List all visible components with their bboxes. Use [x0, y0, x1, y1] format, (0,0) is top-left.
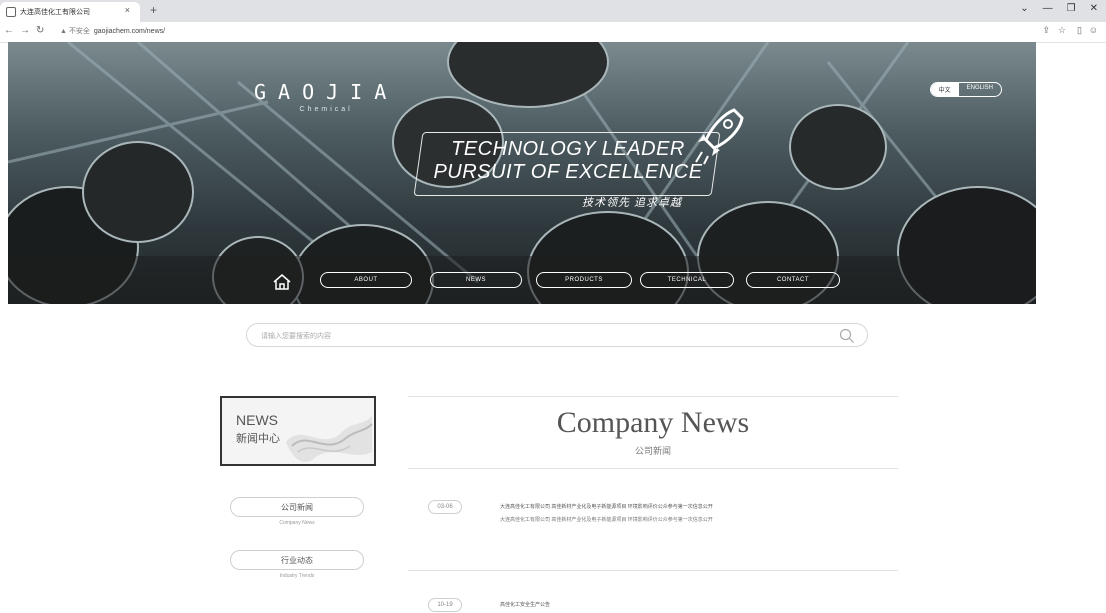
sidebar-item-industry-trends[interactable]: 行业动态: [230, 550, 364, 570]
news-box-title-en: NEWS: [236, 412, 278, 428]
address-bar: ← → ↻ ▲ 不安全 gaojiachem.com/news/ ⇪ ☆ ▯ ☺: [0, 22, 1106, 43]
url-warning[interactable]: ▲ 不安全: [60, 26, 90, 36]
sidebar-item-company-news[interactable]: 公司新闻: [230, 497, 364, 517]
profile-icon[interactable]: ☺: [1089, 25, 1098, 35]
divider: [408, 468, 898, 469]
sidebar-icon[interactable]: ▯: [1077, 25, 1082, 36]
hero-banner: GAOJIA Chemical 中文 ENGLISH TECHNOLOGY LE…: [8, 42, 1036, 304]
news-date: 03-06: [428, 500, 462, 514]
sidebar-item-industry-trends-sub: Industry Trends: [279, 573, 315, 579]
tab-title: 大连高佳化工有限公司: [20, 9, 90, 16]
slogan-chinese: 技术领先 追求卓越: [582, 197, 683, 209]
share-icon[interactable]: ⇪: [1042, 25, 1050, 36]
new-tab-icon[interactable]: +: [150, 3, 157, 17]
bookmark-star-icon[interactable]: ☆: [1058, 25, 1066, 36]
browser-tab-bar: 大连高佳化工有限公司 × + ⌄ — ❐ ✕: [0, 0, 1106, 22]
news-date: 10-19: [428, 598, 462, 612]
rocket-icon: [695, 108, 744, 165]
tab-close-icon[interactable]: ×: [125, 5, 130, 15]
brand-name: GAOJIA: [254, 80, 399, 104]
divider: [408, 396, 898, 397]
close-window-icon[interactable]: ✕: [1090, 3, 1098, 14]
window-controls: ⌄ — ❐ ✕: [1020, 3, 1098, 14]
nav-products[interactable]: PRODUCTS: [536, 272, 632, 288]
slogan: TECHNOLOGY LEADER PURSUIT OF EXCELLENCE: [428, 138, 708, 184]
lang-chinese[interactable]: 中文: [930, 83, 959, 96]
news-center-box: NEWS 新闻中心: [220, 396, 376, 466]
lang-english[interactable]: ENGLISH: [959, 83, 1001, 96]
page-subtitle: 公司新闻: [634, 446, 671, 456]
home-icon[interactable]: [273, 274, 291, 290]
nav-contact[interactable]: CONTACT: [746, 272, 840, 288]
url-text[interactable]: gaojiachem.com/news/: [94, 28, 165, 35]
search-placeholder: 请输入您要搜索的内容: [261, 333, 331, 340]
search-icon[interactable]: [839, 328, 855, 344]
divider: [408, 570, 898, 571]
tab-search-icon[interactable]: ⌄: [1020, 3, 1028, 14]
sidebar-item-company-news-sub: Company News: [279, 520, 315, 526]
news-box-title-cn: 新闻中心: [236, 433, 280, 445]
fabric-decoration-image: [286, 416, 373, 462]
search-input[interactable]: 请输入您要搜索的内容: [246, 323, 868, 347]
browser-tab[interactable]: 大连高佳化工有限公司 ×: [0, 2, 140, 22]
back-icon[interactable]: ←: [4, 25, 14, 36]
news-title-link[interactable]: 高佳化工安全生产公告: [500, 601, 550, 608]
nav-technical[interactable]: TECHNICAL: [640, 272, 734, 288]
reload-icon[interactable]: ↻: [36, 25, 44, 36]
nav-band: [8, 256, 1036, 304]
url-field[interactable]: ▲ 不安全 gaojiachem.com/news/: [60, 26, 165, 36]
restore-icon[interactable]: ❐: [1067, 3, 1076, 14]
forward-icon[interactable]: →: [20, 25, 30, 36]
nav-news[interactable]: NEWS: [430, 272, 522, 288]
brand-logo[interactable]: GAOJIA Chemical: [254, 80, 398, 113]
slogan-line-1: TECHNOLOGY LEADER: [451, 138, 685, 160]
slogan-line-2: PURSUIT OF EXCELLENCE: [433, 161, 703, 183]
news-summary: 大连高佳化工有限公司 高佳新材产业化及电子新能源项目 环境影响评价公众参与第一次…: [500, 517, 713, 523]
favicon-icon: [6, 7, 16, 17]
page-title: Company News: [556, 406, 750, 439]
brand-subtitle: Chemical: [299, 106, 353, 113]
language-switch: 中文 ENGLISH: [929, 82, 1002, 97]
minimize-icon[interactable]: —: [1043, 3, 1053, 14]
news-title-link[interactable]: 大连高佳化工有限公司 高佳新材产业化及电子新能源项目 环境影响评价公众参与第一次…: [500, 503, 713, 510]
nav-about[interactable]: ABOUT: [320, 272, 412, 288]
